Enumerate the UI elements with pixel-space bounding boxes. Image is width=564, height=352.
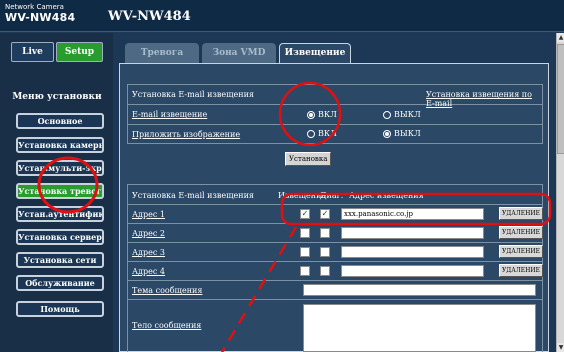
address-4-label: Адрес 4 xyxy=(132,267,165,276)
attach-image-off-label: ВЫКЛ xyxy=(394,129,421,138)
sidebar-item-alarm[interactable]: Установка тревоги xyxy=(16,183,104,199)
address-3-alarm-checkbox[interactable] xyxy=(300,247,310,257)
address-2-alarm-checkbox[interactable] xyxy=(300,228,310,238)
live-button[interactable]: Live xyxy=(11,42,54,62)
email-set-button[interactable]: Установка xyxy=(285,152,332,166)
address-1-label: Адрес 1 xyxy=(132,210,165,219)
body-label: Тело сообщения xyxy=(132,321,202,330)
tab-vmd-area[interactable]: Зона VMD xyxy=(202,43,276,63)
scroll-down-icon[interactable]: ▼ xyxy=(557,343,564,352)
address-4-input[interactable] xyxy=(341,265,484,277)
address-table: Установка E-mail извещения Извещение Диа… xyxy=(127,184,543,352)
sidebar-item-server[interactable]: Установка сервера xyxy=(16,229,104,245)
address-1-diag-checkbox[interactable]: ✓ xyxy=(320,209,330,219)
address-3-delete-button[interactable]: УДАЛЕНИЕ xyxy=(499,245,543,258)
tab-bar: Тревога Зона VMD Извещение xyxy=(113,33,556,63)
attach-image-row: Приложить изображение ВКЛ ВЫКЛ xyxy=(128,125,542,144)
setup-button[interactable]: Setup xyxy=(56,42,103,62)
vertical-scrollbar[interactable]: ▲ ▼ xyxy=(556,33,564,352)
camera-type-label: Network Camera xyxy=(5,3,64,11)
col-alarm-header: Извещение xyxy=(278,191,327,200)
col-diag-header: Диаг. xyxy=(320,191,344,200)
address-4-alarm-checkbox[interactable] xyxy=(300,266,310,276)
address-2-delete-button[interactable]: УДАЛЕНИЕ xyxy=(499,226,543,239)
address-header-row: Установка E-mail извещения Извещение Диа… xyxy=(128,185,542,205)
email-notification-header-row: Установка E-mail извещения Установка изв… xyxy=(128,85,542,108)
attach-image-label: Приложить изображение xyxy=(132,130,241,139)
scroll-thumb[interactable] xyxy=(557,44,564,154)
top-bar: Network Camera WV-NW484 WV-NW484 xyxy=(0,0,564,32)
attach-image-off-radio[interactable] xyxy=(383,130,391,138)
page-title: WV-NW484 xyxy=(108,9,191,24)
subject-input[interactable] xyxy=(303,284,536,296)
attach-image-on-radio[interactable] xyxy=(307,130,315,138)
col-address-header: Адрес извещения xyxy=(349,191,424,200)
sidebar-item-maintenance[interactable]: Обслуживание xyxy=(16,275,104,291)
address-2-label: Адрес 2 xyxy=(132,229,165,238)
sidebar-item-multiscreen[interactable]: Устан.мульти-экрана xyxy=(16,160,104,176)
address-2-input[interactable] xyxy=(341,227,484,239)
body-textarea[interactable] xyxy=(303,304,536,352)
sidebar-item-authentication[interactable]: Устан.аутентификации xyxy=(16,206,104,222)
tab-alarm[interactable]: Тревога xyxy=(125,43,199,63)
address-3-diag-checkbox[interactable] xyxy=(320,247,330,257)
sidebar-item-camera[interactable]: Установка камеры xyxy=(16,137,104,153)
attach-image-on-label: ВКЛ xyxy=(318,129,337,138)
email-notify-on-radio[interactable] xyxy=(307,111,315,119)
address-2-diag-checkbox[interactable] xyxy=(320,228,330,238)
email-notification-table: Установка E-mail извещения Установка изв… xyxy=(127,84,543,144)
sidebar: Live Setup Меню установки Основное Устан… xyxy=(0,33,113,352)
address-section-title: Установка E-mail извещения xyxy=(132,191,254,200)
email-notify-off-label: ВЫКЛ xyxy=(394,110,421,119)
address-row-4: Адрес 4 УДАЛЕНИЕ xyxy=(128,262,543,281)
tab-content: Установка E-mail извещения Установка изв… xyxy=(119,63,549,352)
sidebar-item-network[interactable]: Установка сети xyxy=(16,252,104,268)
scroll-up-icon[interactable]: ▲ xyxy=(557,33,564,42)
address-row-1: Адрес 1 ✓ ✓ xxx.panasonic.co.jp УДАЛЕНИЕ xyxy=(128,205,543,224)
main-area: Тревога Зона VMD Извещение Установка E-m… xyxy=(113,33,556,352)
subject-row: Тема сообщения xyxy=(128,281,542,300)
address-1-delete-button[interactable]: УДАЛЕНИЕ xyxy=(499,207,543,220)
tab-notification[interactable]: Извещение xyxy=(279,43,351,63)
address-4-delete-button[interactable]: УДАЛЕНИЕ xyxy=(499,264,543,277)
email-notify-row: E-mail извещение ВКЛ ВЫКЛ xyxy=(128,105,542,125)
email-notify-off-radio[interactable] xyxy=(383,111,391,119)
email-notify-on-label: ВКЛ xyxy=(318,110,337,119)
address-1-alarm-checkbox[interactable]: ✓ xyxy=(300,209,310,219)
address-row-2: Адрес 2 УДАЛЕНИЕ xyxy=(128,224,543,243)
sidebar-item-basic[interactable]: Основное xyxy=(16,113,104,129)
camera-model-label: WV-NW484 xyxy=(5,11,76,24)
help-button[interactable]: Помощь xyxy=(16,301,104,317)
address-3-input[interactable] xyxy=(341,246,484,258)
screen: Network Camera WV-NW484 WV-NW484 Live Se… xyxy=(0,0,564,352)
address-3-label: Адрес 3 xyxy=(132,248,165,257)
address-4-diag-checkbox[interactable] xyxy=(320,266,330,276)
email-notification-section-title: Установка E-mail извещения xyxy=(132,90,254,99)
menu-title: Меню установки xyxy=(12,92,102,102)
subject-label: Тема сообщения xyxy=(132,286,203,295)
body-row: Тело сообщения xyxy=(128,300,542,352)
address-row-3: Адрес 3 УДАЛЕНИЕ xyxy=(128,243,543,262)
address-1-input[interactable]: xxx.panasonic.co.jp xyxy=(341,208,484,220)
email-notify-label: E-mail извещение xyxy=(132,110,208,119)
